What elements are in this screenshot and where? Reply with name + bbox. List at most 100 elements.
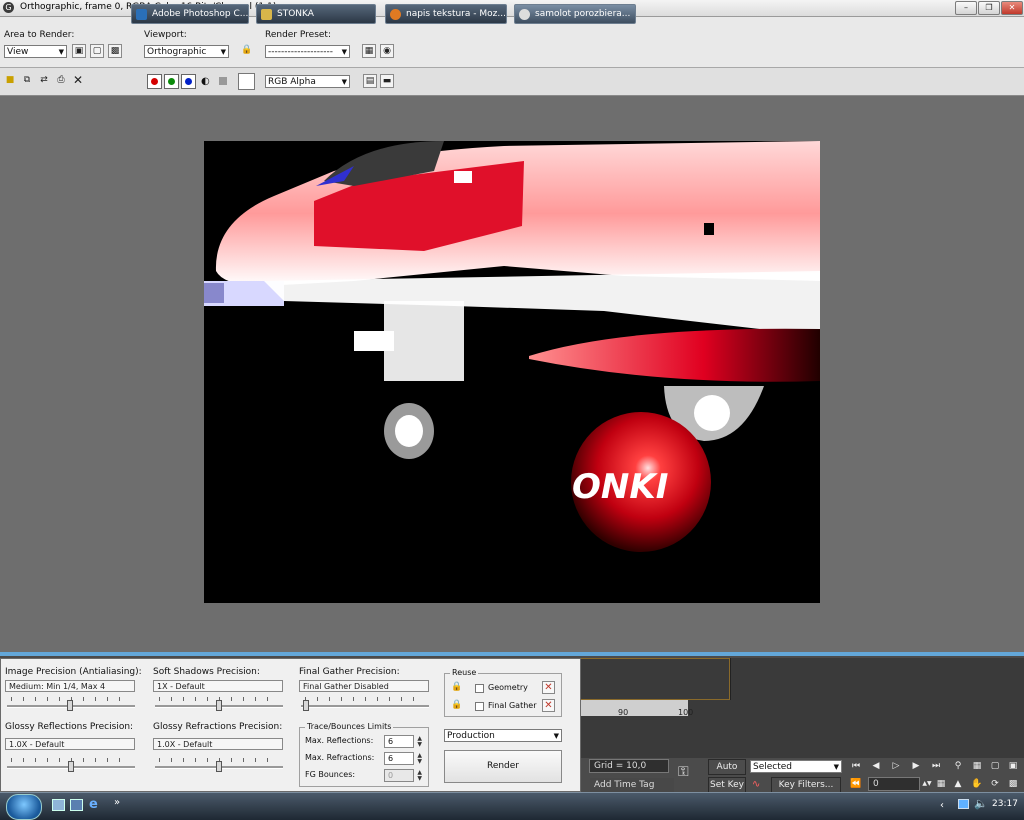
render-toolbar: Area to Render: View ▼ ▣ ▢ ▩ Viewport: Or… (0, 17, 1024, 68)
system-clock[interactable]: 23:17 (992, 799, 1018, 809)
go-to-end-icon[interactable]: ⏭ (929, 759, 943, 773)
render-preset-dropdown[interactable]: -------------------- ▼ (265, 45, 350, 58)
final-gather-precision-label: Final Gather Precision: (299, 667, 400, 677)
tick-100: 100 (678, 708, 694, 717)
max-reflections-label: Max. Reflections: (305, 736, 374, 745)
final-gather-slider[interactable] (301, 697, 429, 711)
color-swatch[interactable] (238, 73, 255, 90)
image-precision-slider[interactable] (7, 697, 135, 711)
grid-readout: Grid = 10,0 (589, 759, 669, 773)
zoom-extents-all-icon[interactable]: ▣ (1006, 759, 1020, 773)
show-desktop-icon[interactable] (52, 799, 65, 811)
minimize-icon[interactable]: – (955, 1, 977, 15)
add-time-tag-button[interactable]: Add Time Tag (590, 778, 674, 792)
final-gather-reuse-label: Final Gather (488, 701, 537, 710)
render-button[interactable]: Render (444, 750, 562, 783)
tray-expand-icon[interactable]: ‹ (940, 800, 944, 811)
final-gather-lock-icon[interactable]: 🔒 (451, 700, 462, 710)
environment-icon[interactable]: ◉ (380, 44, 394, 58)
green-channel-toggle[interactable] (164, 74, 179, 89)
image-precision-label: Image Precision (Antialiasing): (5, 667, 142, 677)
key-icon[interactable]: ⚿ (678, 764, 702, 784)
app-icon[interactable]: G (3, 2, 14, 13)
maximize-viewport-icon[interactable]: ▩ (1006, 777, 1020, 791)
tick-90: 90 (618, 708, 629, 717)
taskbar-item-photoshop[interactable]: Adobe Photoshop C... (131, 4, 249, 24)
area-to-render-dropdown[interactable]: View ▼ (4, 45, 67, 58)
key-filters-button[interactable]: Key Filters... (771, 777, 841, 793)
time-config-icon[interactable]: ▦ (934, 777, 948, 791)
render-setup-icon[interactable]: ▩ (108, 44, 122, 58)
soft-shadows-slider[interactable] (155, 697, 283, 711)
taskbar-item-firefox[interactable]: napis tekstura - Moz... (385, 4, 507, 24)
glossy-refractions-field[interactable]: 1.0X - Default (153, 738, 283, 750)
clone-window-icon[interactable]: ⧉ (20, 74, 34, 88)
glossy-reflections-slider[interactable] (7, 758, 135, 772)
geometry-clear-icon[interactable]: ✕ (542, 681, 555, 694)
key-mode-icon[interactable]: ∿ (752, 779, 768, 791)
next-frame-icon[interactable]: ▶ (909, 759, 923, 773)
zoom-extents-icon[interactable]: ▢ (988, 759, 1002, 773)
field-of-view-icon[interactable]: ▲ (951, 777, 965, 791)
final-gather-precision-field[interactable]: Final Gather Disabled (299, 680, 429, 692)
volume-icon[interactable]: 🔈 (974, 797, 988, 810)
pan-hand-icon[interactable]: ✋ (970, 777, 984, 791)
soft-shadows-field[interactable]: 1X - Default (153, 680, 283, 692)
fg-bounces-spinner[interactable]: 0 ▲ ▼ (384, 769, 422, 782)
orbit-icon[interactable]: ⟳ (988, 777, 1002, 791)
blue-channel-toggle[interactable] (181, 74, 196, 89)
alpha-channel-icon[interactable]: ◐ (201, 76, 210, 87)
print-icon[interactable]: ⎙ (54, 74, 68, 88)
clear-icon[interactable]: ✕ (71, 74, 85, 88)
auto-key-button[interactable]: Auto Key (708, 759, 746, 787)
play-icon[interactable]: ▷ (889, 759, 903, 773)
max-refractions-spinner[interactable]: 6 ▲ ▼ (384, 752, 422, 765)
go-to-start-icon[interactable]: ⏮ (849, 759, 863, 773)
lock-icon[interactable]: 🔒 (240, 44, 254, 58)
save-image-icon[interactable]: ■ (3, 74, 17, 88)
render-mode-dropdown[interactable]: Production ▼ (444, 729, 562, 742)
current-frame-field[interactable]: 0 (868, 777, 920, 791)
ball-decal-text: ONKI (572, 467, 668, 507)
final-gather-checkbox[interactable] (475, 702, 484, 711)
set-key-button[interactable]: Set Key (708, 777, 746, 793)
switch-windows-icon[interactable] (70, 799, 83, 811)
channel-display-dropdown[interactable]: RGB Alpha ▼ (265, 75, 350, 88)
start-button[interactable] (6, 794, 42, 820)
timeline-area: 90 100 (580, 658, 1024, 758)
taskbar-item-stonka[interactable]: STONKA (256, 4, 376, 24)
toggle-ui-overlay-icon[interactable]: ▤ (363, 74, 377, 88)
key-selection-dropdown[interactable]: Selected ▼ (750, 760, 842, 773)
viewport-divider (730, 658, 881, 700)
reuse-group: Reuse 🔒 Geometry ✕ 🔒 Final Gather ✕ (444, 668, 562, 717)
taskbar-item-3dsmax[interactable]: samolot porozbiera... (514, 4, 636, 24)
max-reflections-spinner[interactable]: 6 ▲ ▼ (384, 735, 422, 748)
previous-frame-icon[interactable]: ◀ (869, 759, 883, 773)
zoom-icon[interactable]: ⚲ (951, 759, 965, 773)
area-to-render-label: Area to Render: (4, 30, 75, 40)
final-gather-clear-icon[interactable]: ✕ (542, 699, 555, 712)
network-icon[interactable] (958, 799, 969, 809)
auto-region-icon[interactable]: ▢ (90, 44, 104, 58)
key-mode-toggle-icon[interactable]: ⏪ (849, 777, 863, 791)
glossy-refractions-slider[interactable] (155, 758, 283, 772)
fg-bounces-label: FG Bounces: (305, 770, 356, 779)
image-precision-field[interactable]: Medium: Min 1/4, Max 4 (5, 680, 135, 692)
rendered-image: ONKI (204, 141, 820, 603)
geometry-lock-icon[interactable]: 🔒 (451, 682, 462, 692)
toggle-ui-icon[interactable]: ▬ (380, 74, 394, 88)
monochrome-icon[interactable] (219, 77, 227, 85)
render-settings-icon[interactable]: ▦ (362, 44, 376, 58)
restore-icon[interactable]: ❐ (978, 1, 1000, 15)
compare-icon[interactable]: ⇄ (37, 74, 51, 88)
red-channel-toggle[interactable] (147, 74, 162, 89)
internet-explorer-icon[interactable]: e (89, 797, 98, 812)
close-icon[interactable]: ✕ (1001, 1, 1023, 15)
edit-region-icon[interactable]: ▣ (72, 44, 86, 58)
overflow-chevron-icon[interactable]: » (114, 797, 120, 808)
glossy-reflections-field[interactable]: 1.0X - Default (5, 738, 135, 750)
geometry-checkbox[interactable] (475, 684, 484, 693)
frame-spinner-icon[interactable]: ▲▼ (920, 777, 934, 791)
viewport-dropdown[interactable]: Orthographic ▼ (144, 45, 229, 58)
zoom-all-icon[interactable]: ▦ (970, 759, 984, 773)
